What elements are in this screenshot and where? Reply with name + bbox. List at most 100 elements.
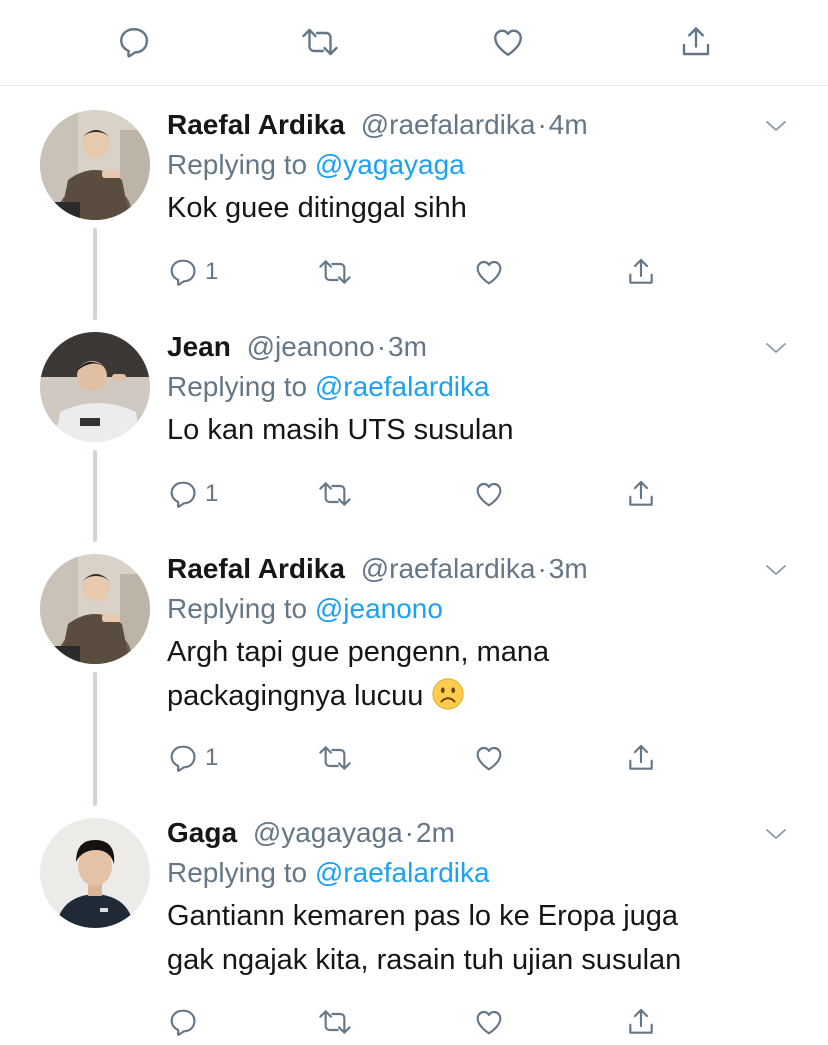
tweet-text-line: Argh tapi gue pengenn, mana	[167, 636, 550, 668]
display-name[interactable]: Raefal Ardika	[167, 553, 345, 584]
replying-to: Replying to @yagayaga	[167, 148, 788, 182]
reply-icon	[170, 259, 196, 286]
thread-line	[93, 672, 97, 806]
avatar[interactable]	[40, 554, 150, 664]
timestamp[interactable]: 4m	[549, 109, 588, 140]
share-icon	[629, 258, 653, 284]
top-action-bar	[0, 0, 828, 86]
tweet-actions: 1	[167, 474, 687, 514]
like-icon	[494, 29, 522, 56]
retweet-icon	[319, 482, 351, 506]
retweet-icon	[319, 1010, 351, 1034]
display-name[interactable]: Jean	[167, 331, 231, 362]
tweet-content: Raefal Ardika @raefalardika·4m Replying …	[167, 108, 788, 230]
like-button[interactable]	[472, 738, 506, 778]
avatar[interactable]	[40, 332, 150, 442]
thread-line	[93, 450, 97, 542]
reply-icon	[120, 28, 149, 58]
tweet-actions	[167, 1002, 687, 1042]
tweet-header: Gaga @yagayaga·2m	[167, 816, 788, 850]
replying-label: Replying to	[167, 593, 308, 624]
user-handle[interactable]: @raefalardika	[361, 553, 536, 584]
separator-dot: ·	[376, 331, 387, 362]
mention-link[interactable]: @yagayaga	[315, 149, 465, 180]
share-icon	[629, 1008, 653, 1034]
tweet-header: Jean @jeanono·3m	[167, 330, 788, 364]
like-icon	[476, 260, 502, 285]
share-button[interactable]	[625, 474, 657, 514]
user-handle[interactable]: @raefalardika	[361, 109, 536, 140]
retweet-button[interactable]	[300, 22, 340, 62]
chevron-down-icon[interactable]	[764, 558, 788, 582]
avatar[interactable]	[40, 818, 150, 928]
retweet-icon	[319, 260, 351, 284]
replying-to: Replying to @raefalardika	[167, 370, 788, 404]
tweet-text-line: Gantiann kemaren pas lo ke Eropa juga	[167, 900, 679, 932]
share-icon	[682, 27, 710, 56]
timestamp[interactable]: 2m	[416, 817, 455, 848]
reply-button[interactable]: 1	[167, 474, 218, 514]
like-button[interactable]	[472, 474, 506, 514]
retweet-button[interactable]	[317, 1002, 353, 1042]
like-button[interactable]	[472, 1002, 506, 1042]
user-handle[interactable]: @jeanono	[247, 331, 375, 362]
retweet-icon	[319, 746, 351, 770]
share-button[interactable]	[625, 252, 657, 292]
reply-button[interactable]: 1	[167, 738, 218, 778]
chevron-down-icon[interactable]	[764, 336, 788, 360]
share-button[interactable]	[625, 738, 657, 778]
tweet-actions: 1	[167, 738, 687, 778]
tweet-content: Gaga @yagayaga·2m Replying to @raefalard…	[167, 816, 788, 982]
replying-to: Replying to @raefalardika	[167, 856, 788, 890]
share-button[interactable]	[625, 1002, 657, 1042]
reply-button[interactable]	[114, 22, 154, 62]
mention-link[interactable]: @jeanono	[315, 593, 443, 624]
tweet-content: Jean @jeanono·3m Replying to @raefalardi…	[167, 330, 788, 452]
tweet-text-line: packagingnya lucuu	[167, 680, 424, 712]
reply-icon	[170, 481, 196, 508]
retweet-button[interactable]	[317, 252, 353, 292]
tweet-text: Argh tapi gue pengenn, mana packagingnya…	[167, 630, 788, 718]
reply-count: 1	[205, 258, 219, 285]
like-icon	[476, 482, 502, 507]
tweet-text: Kok guee ditinggal sihh	[167, 186, 788, 230]
reply-count: 1	[205, 744, 219, 771]
reply-button[interactable]	[167, 1002, 205, 1042]
replying-label: Replying to	[167, 149, 308, 180]
tweet-content: Raefal Ardika @raefalardika·3m Replying …	[167, 552, 788, 718]
tweet-text-line-wrap: packagingnya lucuu	[167, 674, 788, 718]
tweet-header: Raefal Ardika @raefalardika·4m	[167, 108, 788, 142]
replying-label: Replying to	[167, 857, 308, 888]
like-button[interactable]	[472, 252, 506, 292]
avatar[interactable]	[40, 110, 150, 220]
like-icon	[476, 746, 502, 771]
replying-to: Replying to @jeanono	[167, 592, 788, 626]
timestamp[interactable]: 3m	[388, 331, 427, 362]
retweet-icon	[302, 28, 338, 56]
chevron-down-icon[interactable]	[764, 114, 788, 138]
display-name[interactable]: Raefal Ardika	[167, 109, 345, 140]
separator-dot: ·	[404, 817, 414, 848]
retweet-button[interactable]	[317, 738, 353, 778]
thread-line	[93, 228, 97, 320]
separator-dot: ·	[537, 109, 547, 140]
mention-link[interactable]: @raefalardika	[315, 371, 490, 402]
like-icon	[476, 1010, 502, 1035]
display-name[interactable]: Gaga	[167, 817, 237, 848]
separator-dot: ·	[537, 553, 547, 584]
tweet-text-line: Kok guee ditinggal sihh	[167, 192, 467, 224]
share-button[interactable]	[676, 22, 716, 62]
like-button[interactable]	[488, 22, 528, 62]
reply-icon	[170, 745, 196, 772]
share-icon	[629, 744, 653, 770]
reply-count: 1	[205, 480, 219, 507]
timestamp[interactable]: 3m	[549, 553, 588, 584]
reply-icon	[170, 1009, 196, 1036]
mention-link[interactable]: @raefalardika	[315, 857, 490, 888]
reply-button[interactable]: 1	[167, 252, 218, 292]
retweet-button[interactable]	[317, 474, 353, 514]
user-handle[interactable]: @yagayaga	[253, 817, 403, 848]
tweet-text-line: Lo kan masih UTS susulan	[167, 414, 514, 446]
chevron-down-icon[interactable]	[764, 822, 788, 846]
tweet-text: Gantiann kemaren pas lo ke Eropa juga ga…	[167, 894, 788, 982]
